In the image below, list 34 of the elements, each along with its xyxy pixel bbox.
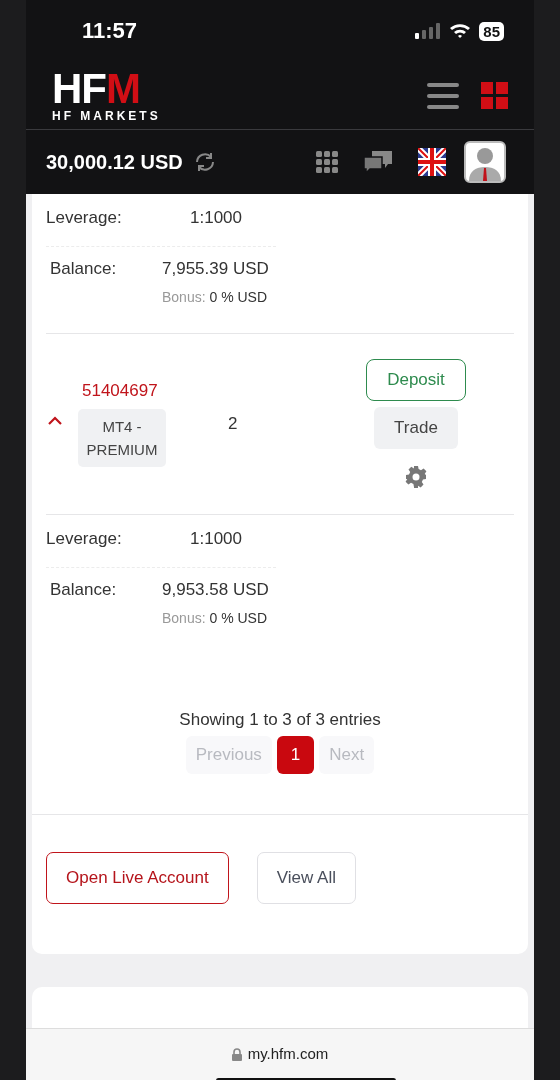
page-button[interactable]: 1 (276, 736, 315, 774)
bonus-text: Bonus: 0 % USD (162, 289, 269, 305)
account-balance: 30,000.12 USD (46, 150, 183, 174)
detail-value: 9,953.58 USD (162, 580, 270, 600)
detail-value: 1:1000 (190, 208, 243, 229)
logo: HFM HF MARKETS (52, 68, 161, 123)
flag-icon[interactable] (418, 148, 446, 176)
apps-icon[interactable] (316, 151, 338, 173)
open-account-button[interactable]: Open Live Account (46, 852, 229, 904)
signal-icon (415, 23, 442, 39)
settings-icon[interactable] (404, 465, 428, 489)
entries-info: Showing 1 to 3 of 3 entries (179, 710, 381, 730)
table-cell-text: 2 (228, 414, 239, 434)
bonus-text: Bonus: 0 % USD (162, 610, 269, 626)
url-text: my.hfm.com (247, 1045, 329, 1064)
menu-icon[interactable] (427, 82, 459, 109)
account-type: MT4 - PREMIUM (78, 409, 166, 467)
deposit-button[interactable]: Deposit (366, 359, 466, 401)
account-number[interactable]: 51404697 (78, 381, 228, 401)
lock-icon (231, 1048, 242, 1061)
battery-level: 85 (479, 21, 504, 41)
detail-label: Leverage: (46, 529, 123, 550)
address-bar[interactable]: my.hfm.com (26, 1028, 534, 1080)
detail-value: 1:1000 (190, 529, 243, 550)
detail-label: Balance: (50, 259, 118, 279)
grid-icon[interactable] (481, 82, 508, 109)
detail-label: Leverage: (46, 208, 123, 229)
avatar[interactable] (464, 141, 506, 183)
wifi-icon (449, 23, 472, 39)
detail-value: 7,955.39 USD (162, 259, 270, 279)
detail-label: Balance: (50, 580, 118, 600)
view-all-button[interactable]: View All (256, 852, 356, 904)
trade-button[interactable]: Trade (374, 407, 458, 449)
status-time: 11:57 (82, 18, 138, 44)
